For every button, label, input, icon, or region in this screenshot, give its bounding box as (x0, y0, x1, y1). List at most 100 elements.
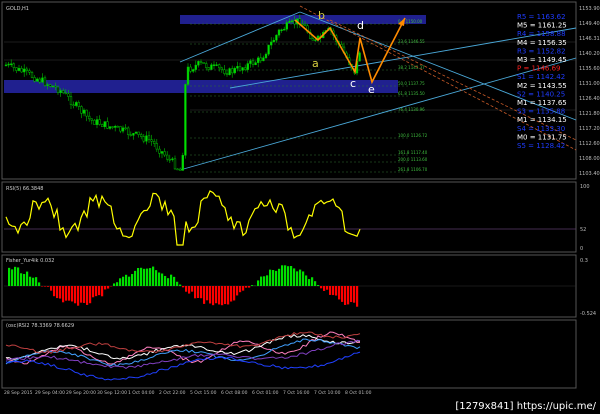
candle-body (41, 77, 44, 83)
candle-body (116, 125, 119, 128)
candle-body (223, 69, 226, 74)
pivot-level-label: S2 = 1140.25 (517, 90, 565, 98)
fisher-bar (224, 286, 227, 305)
fisher-bar (248, 286, 251, 288)
rsi-panel[interactable] (1, 181, 577, 253)
time-axis-label: 28 Sep 2015 (4, 390, 33, 396)
candle-body (166, 154, 169, 160)
candle-body (259, 57, 262, 62)
candle-body (54, 85, 57, 88)
fisher-bar (260, 276, 263, 286)
fib-level-label: 100.0 1126.72 (398, 133, 428, 138)
oscillator-panel[interactable] (1, 319, 577, 389)
candle-body (88, 115, 91, 120)
candle-body (77, 102, 80, 107)
candle-body (103, 121, 106, 127)
fisher-axis-top: 0.3 (580, 258, 588, 264)
candle-body (212, 64, 216, 67)
candle-body (25, 68, 28, 71)
candle-body (244, 67, 247, 70)
fisher-bar (227, 286, 230, 305)
candle-body (270, 41, 273, 46)
price-axis-label: 1149.40 (579, 21, 600, 27)
candle-body (231, 68, 234, 74)
pivot-level-label: S3 = 1135.88 (517, 108, 565, 116)
wave-label-d: d (357, 19, 364, 32)
fisher-bar (263, 276, 266, 286)
candle-body (199, 61, 203, 63)
fisher-bar (308, 279, 311, 286)
candle-body (254, 62, 257, 65)
fib-level-label: 61.8 1135.50 (398, 91, 425, 96)
price-axis-label: 1131.00 (579, 81, 600, 87)
fisher-bar (8, 267, 11, 286)
candle-body (17, 68, 21, 71)
fisher-bar (149, 268, 152, 286)
rsi-axis-top: 100 (580, 184, 590, 190)
resistance-band (180, 15, 426, 24)
candle-body (207, 67, 210, 70)
pivot-level-label: M3 = 1149.45 (517, 56, 567, 64)
candle-body (202, 62, 205, 64)
candle-body (184, 84, 187, 156)
price-axis-label: 1146.31 (579, 36, 600, 42)
fisher-bar (161, 273, 164, 286)
fib-level-label: 76.4 1130.96 (398, 107, 425, 112)
time-axis: 28 Sep 2015 29 Sep 04:00 29 Sep 20:00 30 Se… (4, 390, 372, 396)
candle-body (218, 64, 221, 69)
pivot-level-label: P = 1146.69 (517, 65, 560, 73)
fisher-bar (293, 268, 296, 286)
candle-body (251, 60, 255, 65)
fisher-bar (71, 286, 74, 302)
candle-body (197, 61, 200, 66)
fisher-bar (53, 286, 56, 297)
candle-body (215, 64, 218, 66)
candle-body (280, 29, 283, 32)
fisher-bar (326, 286, 329, 290)
fisher-bar (164, 275, 167, 286)
fisher-bar (251, 285, 254, 286)
candle-body (124, 127, 127, 130)
fisher-bar (272, 270, 275, 286)
candle-body (163, 151, 166, 156)
fib-level-label: 50.0 1137.75 (398, 81, 425, 86)
candle-body (59, 90, 62, 93)
fisher-bar (89, 286, 92, 304)
fisher-bar (170, 274, 173, 286)
candle-body (36, 78, 39, 82)
candle-body (220, 67, 223, 71)
fisher-bar (128, 276, 131, 286)
time-axis-label: 6 Oct 01:00 (252, 390, 279, 396)
candle-body (277, 29, 281, 36)
price-axis-label: 1153.90 (579, 6, 600, 12)
fisher-bar (185, 286, 188, 292)
rsi-axis-bottom: 0 (580, 246, 583, 252)
candle-body (283, 28, 286, 31)
candle-body (189, 66, 192, 72)
candle-body (238, 66, 242, 71)
fisher-bar (311, 277, 314, 286)
fisher-bar (269, 269, 272, 286)
price-axis-label: 1126.40 (579, 96, 600, 102)
price-axis-label: 1135.60 (579, 66, 600, 72)
wave-label-c: c (350, 77, 356, 90)
fisher-bar (320, 286, 323, 289)
fisher-bar (278, 268, 281, 286)
wave-label-a: a (312, 57, 319, 70)
chart-canvas[interactable]: 0.0 1150.0023.6 1146.5538.2 1143.3750.0 … (0, 0, 600, 414)
pivot-level-label: S5 = 1128.42 (517, 142, 565, 150)
candle-body (30, 72, 34, 78)
fisher-bar (176, 281, 179, 286)
fisher-bar (323, 286, 326, 291)
candle-body (111, 126, 114, 128)
candle-body (114, 125, 117, 128)
candle-body (64, 92, 67, 95)
price-axis-label: 1117.20 (579, 126, 600, 132)
watermark-text: [1279x841] https://upic.me/ (455, 401, 596, 412)
fisher-bar (11, 269, 14, 286)
candle-body (267, 44, 270, 55)
candle-body (108, 126, 112, 129)
candle-body (46, 84, 49, 86)
candle-body (147, 135, 151, 140)
fisher-bar (344, 286, 347, 305)
